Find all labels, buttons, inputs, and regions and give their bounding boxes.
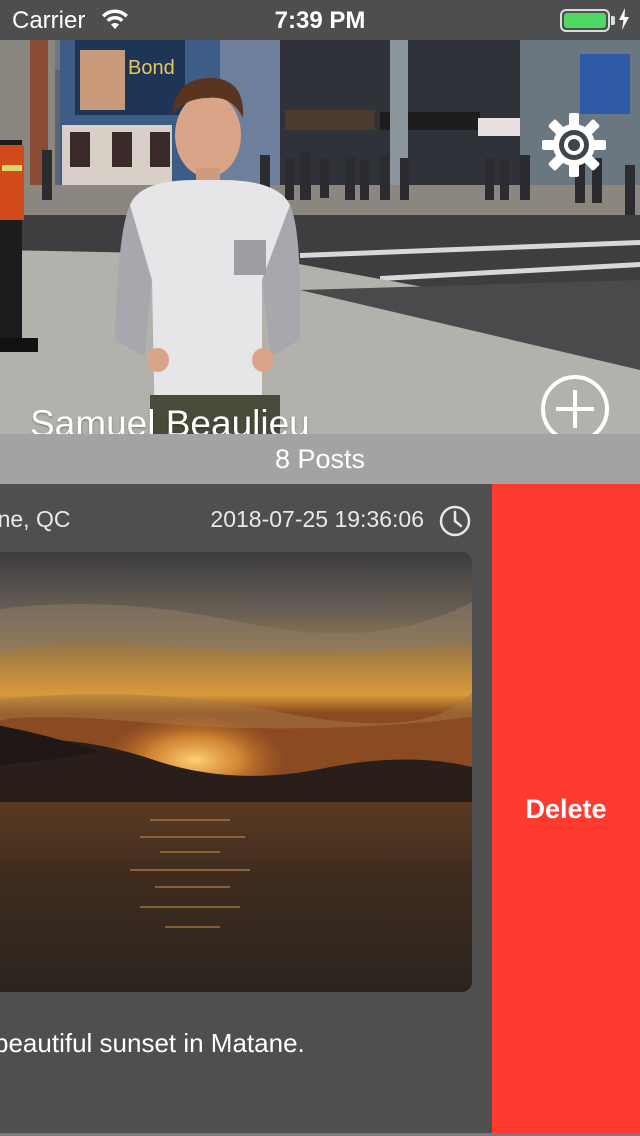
add-post-button[interactable] bbox=[540, 374, 610, 434]
post-location: onne, QC bbox=[0, 506, 71, 532]
clock-icon bbox=[438, 504, 472, 543]
post-date: 2018-07-25 19:36:06 bbox=[210, 506, 424, 532]
delete-label: Delete bbox=[525, 793, 607, 824]
clock-time: 7:39 PM bbox=[274, 7, 366, 34]
gear-icon bbox=[542, 113, 606, 177]
svg-text:Bond: Bond bbox=[128, 57, 175, 79]
post-caption: beautiful sunset in Matane. bbox=[0, 1028, 305, 1058]
settings-button[interactable] bbox=[538, 109, 610, 181]
post-photo[interactable] bbox=[0, 552, 472, 992]
posts-count-label: 8 Posts bbox=[274, 444, 366, 474]
status-bar: Carrier 7:39 PM bbox=[0, 0, 640, 40]
battery-icon bbox=[560, 9, 610, 32]
post-cell[interactable]: onne, QC 2018-07-25 19:36:06 bbox=[0, 484, 492, 1134]
posts-count-bar: 8 Posts bbox=[0, 434, 640, 484]
charging-icon bbox=[618, 8, 630, 35]
plus-circle-icon bbox=[541, 375, 609, 434]
profile-header: Bond Samuel Beaulieu bbox=[0, 40, 640, 434]
delete-button[interactable]: Delete bbox=[492, 484, 640, 1134]
profile-name: Samuel Beaulieu bbox=[30, 403, 310, 434]
